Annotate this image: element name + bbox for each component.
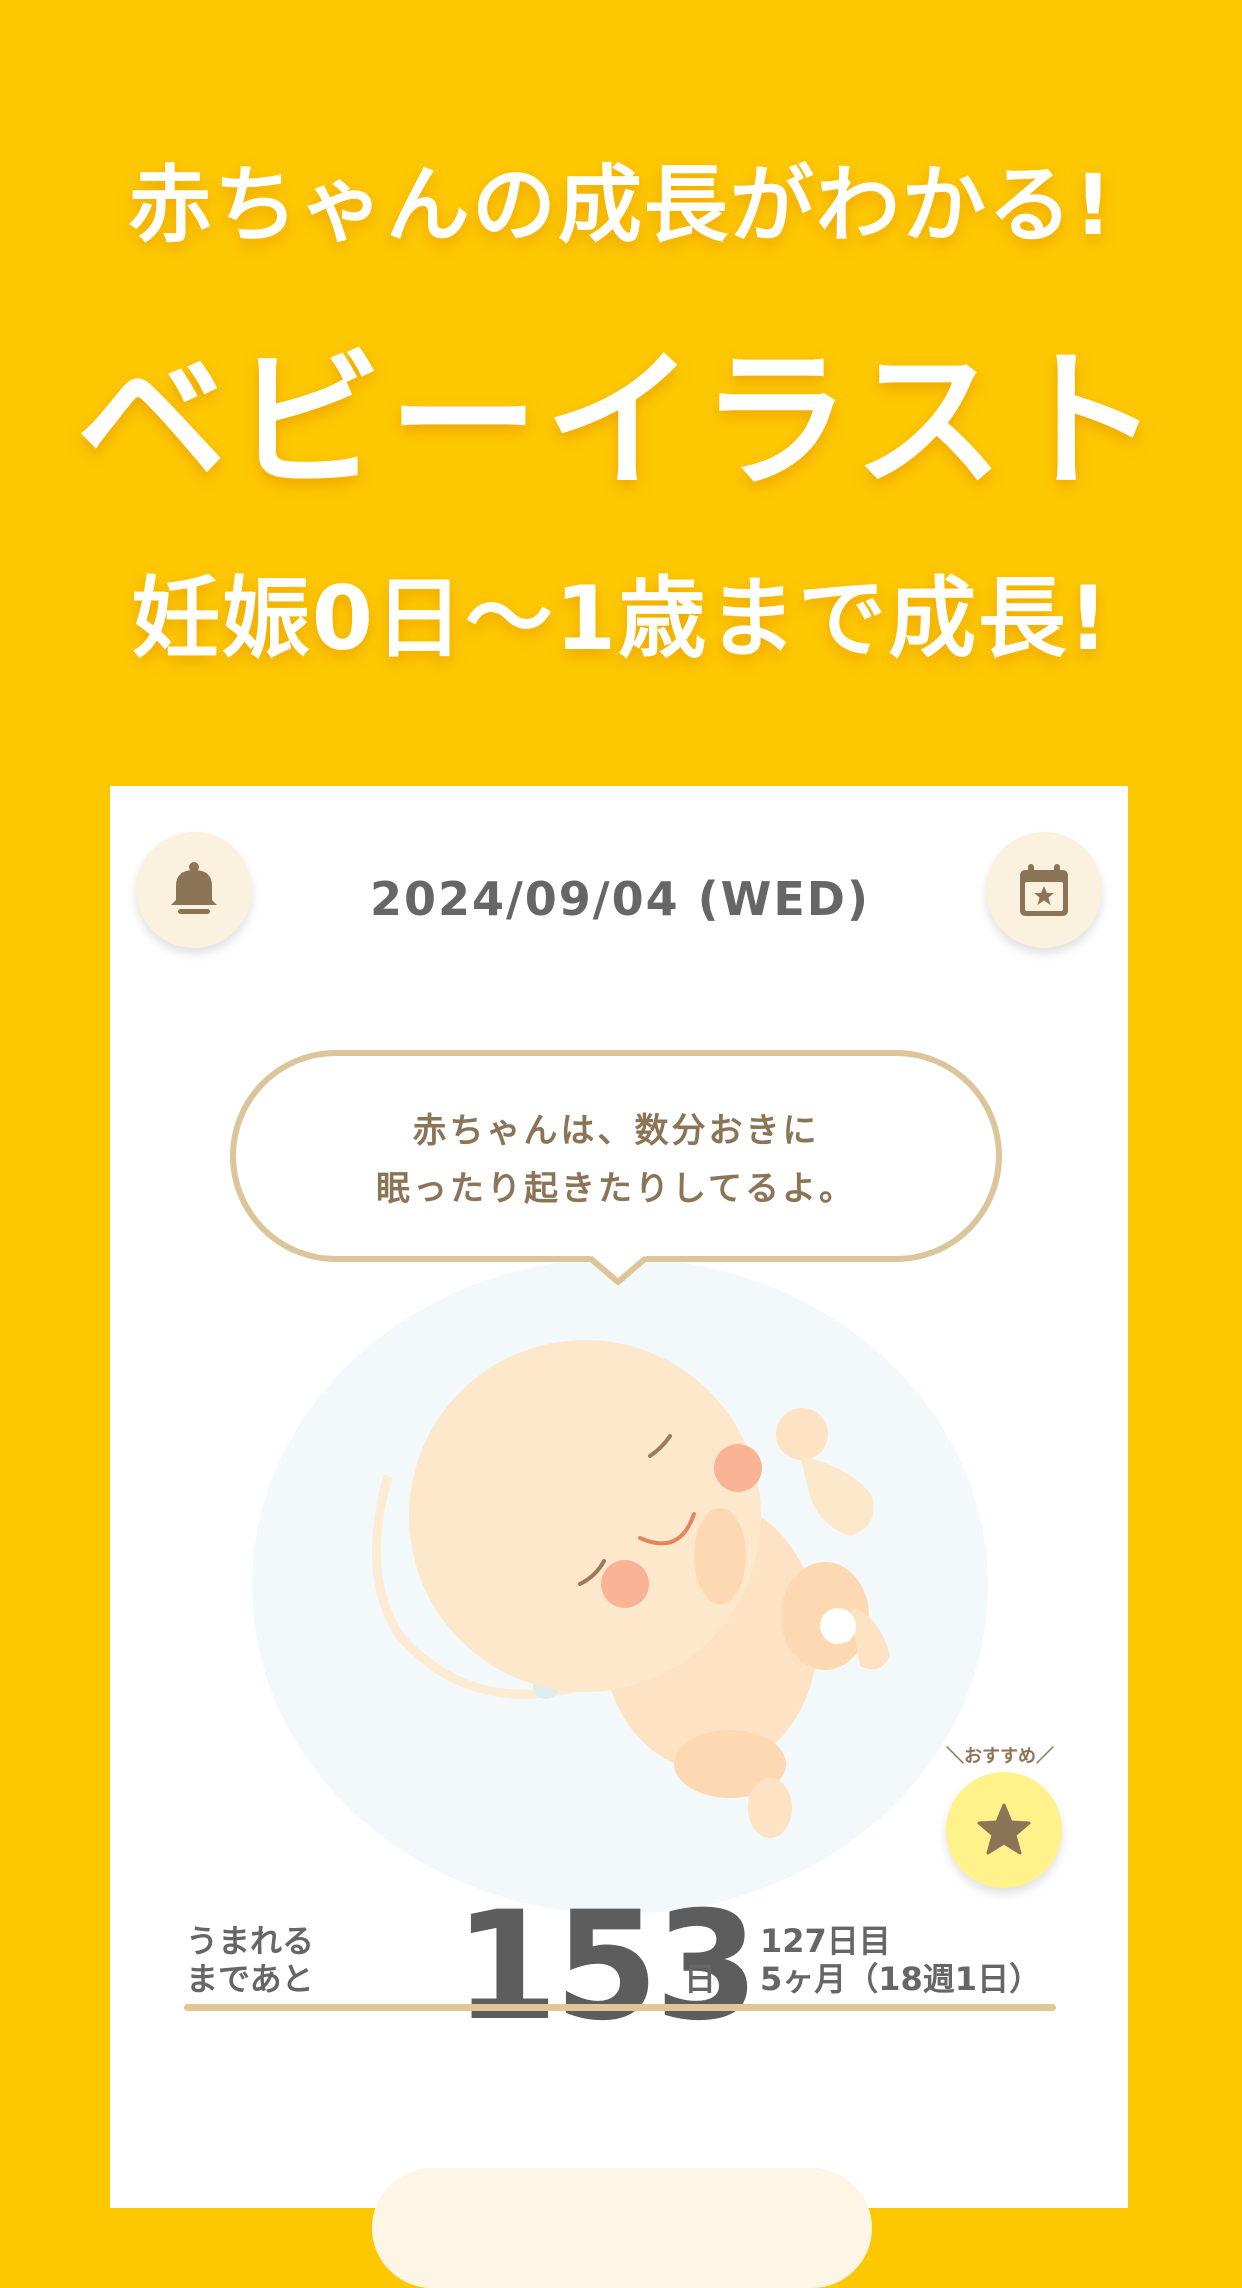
notification-button[interactable] <box>136 832 252 948</box>
countdown-label-line1: うまれる <box>186 1922 315 1960</box>
app-screen-card: 2024/09/04 (WED) 赤ちゃんは、数分おきに 眠ったり起きたりしてる… <box>110 786 1128 2288</box>
star-icon <box>977 1803 1031 1855</box>
calendar-button[interactable] <box>986 832 1102 948</box>
month-week: 5ヶ月（18週1日） <box>760 1960 1042 1998</box>
bubble-text-line1: 赤ちゃんは、数分おきに <box>412 1111 820 1151</box>
speech-bubble-tail <box>590 1255 646 1285</box>
recommend-caption: ＼おすすめ／ <box>946 1746 1054 1767</box>
baby-illustration <box>252 1258 988 1914</box>
pregnancy-progress: 127日目 5ヶ月（18週1日） <box>760 1922 1041 1998</box>
headline-tagline: 赤ちゃんの成長がわかる! <box>127 156 1115 254</box>
headline-subtitle: 妊娠0日〜1歳まで成長! <box>131 567 1111 670</box>
countdown-label-line2: まであと <box>186 1960 314 1998</box>
bottom-action-button[interactable] <box>372 2168 872 2288</box>
divider <box>184 2004 1056 2011</box>
countdown-label: うまれる まであと <box>186 1922 314 1998</box>
bell-icon <box>171 862 217 914</box>
current-date: 2024/09/04 (WED) <box>369 872 871 926</box>
calendar-star-icon <box>1020 864 1068 916</box>
days-unit: 日 <box>684 1960 717 1998</box>
day-count: 127日目 <box>760 1922 891 1960</box>
bubble-text-line2: 眠ったり起きたりしてるよ。 <box>376 1169 856 1209</box>
speech-bubble: 赤ちゃんは、数分おきに 眠ったり起きたりしてるよ。 <box>230 1050 1002 1262</box>
recommend-button[interactable] <box>946 1772 1062 1888</box>
headline-title: ベビーイラスト <box>76 335 1166 509</box>
